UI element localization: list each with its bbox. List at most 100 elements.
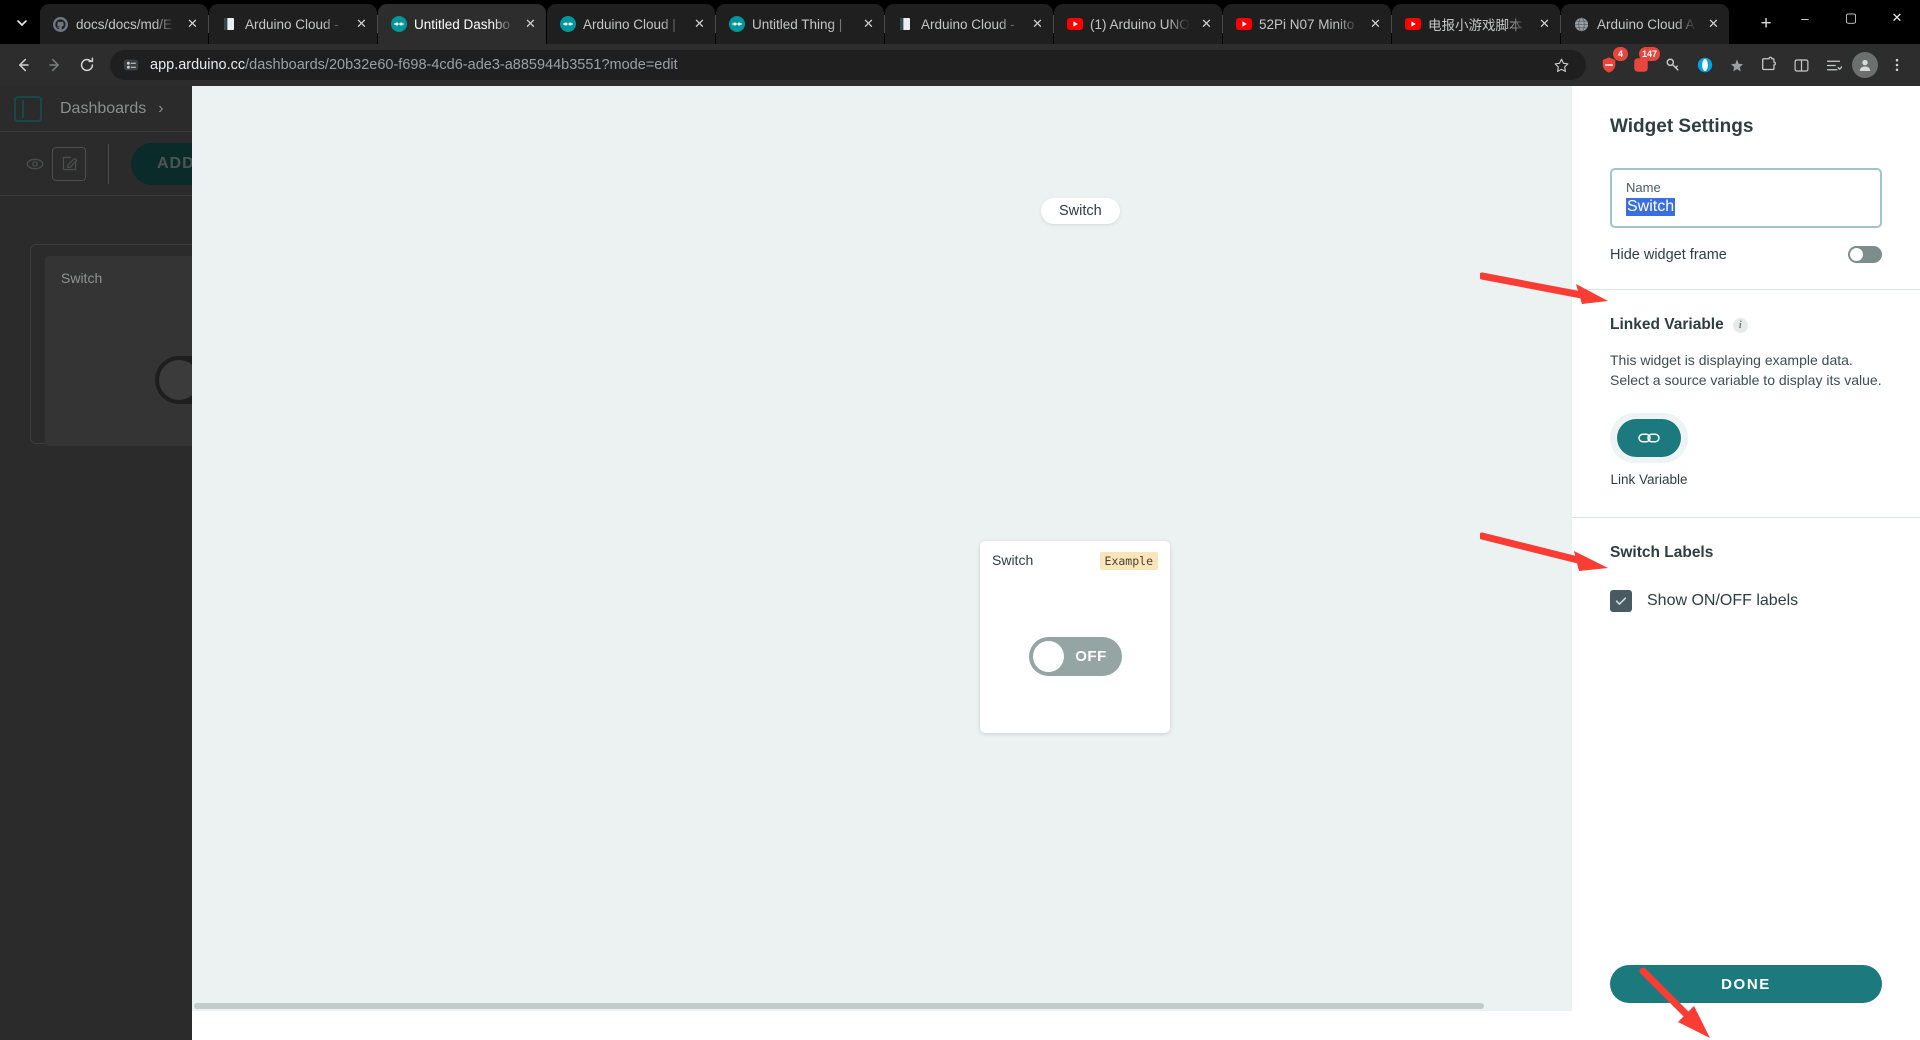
widget-edit-sheet: Switch Switch Example OFF Widget Setting… — [192, 86, 1920, 1040]
new-tab-button[interactable]: + — [1750, 8, 1782, 40]
linked-variable-heading: Linked Variable i — [1610, 316, 1882, 334]
extension-counter-icon[interactable]: 147 — [1626, 47, 1660, 80]
switch-toggle-label: OFF — [1075, 648, 1107, 665]
show-onoff-labels-row[interactable]: Show ON/OFF labels — [1610, 589, 1882, 612]
badge-count: 147 — [1638, 47, 1660, 61]
hide-widget-frame-label: Hide widget frame — [1610, 246, 1727, 263]
done-button[interactable]: DONE — [1610, 965, 1882, 1003]
address-bar[interactable]: app.arduino.cc/dashboards/20b32e60-f698-… — [110, 50, 1586, 80]
tab-arduino-cloud[interactable]: Arduino Cloud | ✕ — [547, 4, 716, 44]
maximize-button[interactable]: ▢ — [1828, 0, 1874, 36]
tab-title: Arduino Cloud A — [1597, 16, 1695, 32]
close-icon[interactable]: ✕ — [859, 15, 878, 34]
widget-card-title: Switch — [992, 552, 1034, 568]
name-input-wrap[interactable]: Switch — [1626, 195, 1866, 216]
toggle-knob — [1850, 248, 1863, 261]
tab-untitled-dashboard[interactable]: Untitled Dashbo ✕ — [378, 4, 546, 44]
extension-opera-icon[interactable] — [1690, 50, 1720, 80]
extension-generic-icon[interactable] — [1722, 50, 1752, 80]
breadcrumb-dashboards[interactable]: Dashboards — [60, 100, 146, 118]
tab-arduino-cloud-agent[interactable]: Arduino Cloud A ✕ — [1561, 4, 1729, 44]
show-onoff-labels-checkbox[interactable] — [1610, 589, 1632, 612]
forward-arrow-icon[interactable] — [40, 50, 70, 80]
tabs-container: docs/docs/md/E ✕ Arduino Cloud - ✕ Untit… — [40, 0, 1744, 44]
tab-arduino-cloud-docs-2[interactable]: Arduino Cloud - ✕ — [885, 4, 1054, 44]
browser-toolbar: app.arduino.cc/dashboards/20b32e60-f698-… — [0, 44, 1920, 86]
divider — [1572, 516, 1920, 518]
page-title: Widget Settings — [1610, 116, 1754, 137]
widget-name-pill: Switch — [1041, 198, 1120, 224]
divider — [1572, 289, 1920, 290]
avatar[interactable] — [1850, 50, 1880, 80]
minimize-button[interactable]: – — [1782, 0, 1828, 36]
tab-docs[interactable]: docs/docs/md/E ✕ — [40, 4, 209, 44]
browser-window: docs/docs/md/E ✕ Arduino Cloud - ✕ Untit… — [0, 0, 1920, 1040]
tab-title: docs/docs/md/E — [76, 16, 173, 32]
back-arrow-icon[interactable] — [8, 50, 38, 80]
close-window-button[interactable]: ✕ — [1874, 0, 1920, 36]
tab-title: 电报小游戏脚本 [ — [1428, 18, 1528, 33]
breadcrumb: Dashboards › — [60, 100, 164, 118]
url-text: app.arduino.cc/dashboards/20b32e60-f698-… — [150, 57, 1536, 73]
eye-icon[interactable] — [18, 147, 52, 181]
close-icon[interactable]: ✕ — [1028, 15, 1047, 34]
close-icon[interactable]: ✕ — [352, 15, 371, 34]
link-variable-button[interactable] — [1617, 418, 1681, 457]
tab-youtube-arduino-uno[interactable]: (1) Arduino UNO ✕ — [1054, 4, 1223, 44]
profile-avatar-circle — [1852, 52, 1878, 78]
close-icon[interactable]: ✕ — [1535, 15, 1554, 34]
hide-widget-frame-toggle[interactable] — [1848, 246, 1882, 263]
reload-icon[interactable] — [72, 50, 102, 80]
tab-untitled-thing[interactable]: Untitled Thing | ✕ — [716, 4, 885, 44]
kebab-menu-icon[interactable] — [1882, 50, 1912, 80]
split-screen-icon[interactable] — [1786, 50, 1816, 80]
name-field-label: Name — [1626, 180, 1661, 195]
arduino-icon — [728, 16, 745, 33]
youtube-icon — [1404, 16, 1421, 33]
dashboard-canvas: Switch Switch Example OFF — [192, 86, 1572, 1011]
tab-youtube-52pi[interactable]: 52Pi N07 Minito ✕ — [1223, 4, 1392, 44]
close-icon[interactable]: ✕ — [1197, 15, 1216, 34]
switch-toggle[interactable]: OFF — [1029, 637, 1122, 676]
url-path: /dashboards/20b32e60-f698-4cd6-ade3-a885… — [245, 57, 678, 73]
pencil-square-icon[interactable] — [52, 146, 86, 181]
youtube-icon — [1235, 16, 1252, 33]
extension-key-icon[interactable] — [1658, 50, 1688, 80]
close-icon[interactable]: ✕ — [183, 15, 202, 34]
view-mode-group — [18, 146, 86, 181]
horizontal-scrollbar[interactable] — [192, 1001, 1572, 1011]
link-variable-halo — [1610, 412, 1688, 463]
extension-adblock-icon[interactable]: 4 — [1594, 47, 1628, 80]
extensions-puzzle-icon[interactable] — [1754, 50, 1784, 80]
info-icon[interactable]: i — [1732, 317, 1748, 333]
tab-arduino-cloud-docs[interactable]: Arduino Cloud - ✕ — [209, 4, 378, 44]
star-icon[interactable] — [1546, 50, 1576, 80]
hide-widget-frame-row: Hide widget frame — [1610, 246, 1882, 263]
site-settings-icon[interactable] — [122, 56, 140, 74]
badge-count: 4 — [1613, 47, 1628, 61]
tab-title: Untitled Thing | — [752, 16, 843, 32]
show-onoff-labels-label: Show ON/OFF labels — [1647, 591, 1799, 609]
sidebar-toggle-icon[interactable] — [14, 95, 42, 122]
switch-widget-card[interactable]: Switch Example OFF — [980, 541, 1170, 733]
link-variable-group: Link Variable — [1610, 412, 1688, 487]
close-icon[interactable]: ✕ — [1366, 15, 1385, 34]
page-content: Dashboards › ADD Switch Switch Switch Ex… — [0, 86, 1920, 1040]
reading-list-icon[interactable] — [1818, 50, 1848, 80]
close-icon[interactable]: ✕ — [690, 15, 709, 34]
tab-title: (1) Arduino UNO — [1090, 16, 1190, 32]
tab-strip: docs/docs/md/E ✕ Arduino Cloud - ✕ Untit… — [0, 0, 1920, 44]
divider — [108, 143, 109, 184]
name-field[interactable]: Name Switch — [1610, 168, 1882, 228]
linked-variable-title: Linked Variable — [1610, 316, 1724, 333]
link-chain-icon — [1638, 433, 1660, 443]
close-icon[interactable]: ✕ — [1704, 15, 1723, 34]
youtube-icon — [1066, 16, 1083, 33]
tab-youtube-telegram-game[interactable]: 电报小游戏脚本 [ ✕ — [1392, 4, 1561, 44]
tab-search-chevron-down-icon[interactable] — [4, 5, 40, 41]
name-input[interactable]: Switch — [1626, 198, 1676, 216]
switch-labels-heading: Switch Labels — [1610, 543, 1714, 561]
check-icon — [1615, 596, 1627, 605]
close-icon[interactable]: ✕ — [521, 15, 540, 34]
book-icon — [221, 16, 238, 33]
